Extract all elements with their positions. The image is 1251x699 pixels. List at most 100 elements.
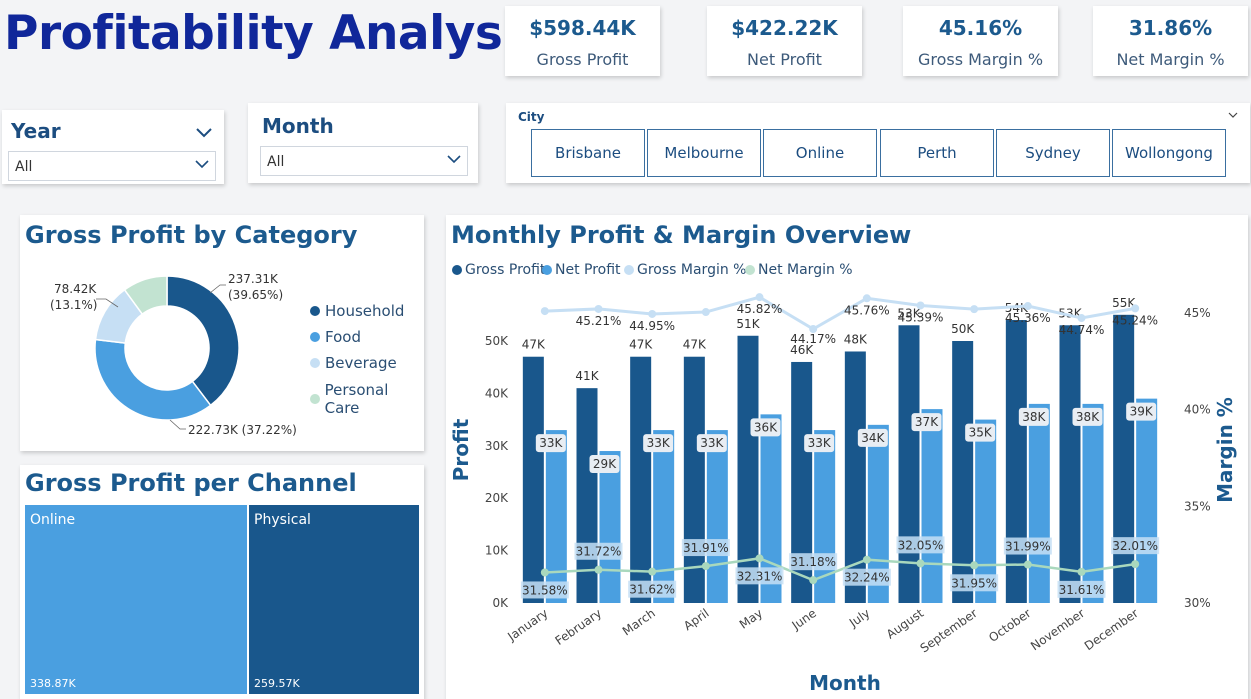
chevron-down-icon[interactable] — [1228, 112, 1238, 119]
kpi-card-gross-margin: 45.16% Gross Margin % — [903, 6, 1058, 76]
kpi-card-gross-profit: $598.44K Gross Profit — [505, 6, 660, 76]
net-margin-point — [809, 576, 818, 585]
x-axis-title: Month — [809, 671, 881, 695]
net-profit-data-label: 36K — [754, 420, 778, 434]
kpi-label: Gross Profit — [536, 50, 629, 69]
x-axis-tick-label: November — [1028, 606, 1087, 653]
chevron-down-icon[interactable] — [196, 128, 212, 138]
city-option-brisbane[interactable]: Brisbane — [531, 129, 645, 177]
page-title: Profitability Analysis — [4, 6, 546, 61]
gross-margin-data-label: 45.76% — [844, 303, 890, 317]
y2-axis-tick-label: 45% — [1184, 306, 1211, 320]
gross-margin-point — [1131, 304, 1140, 313]
x-axis-tick-label: August — [884, 606, 927, 642]
net-profit-data-label: 38K — [1076, 410, 1100, 424]
y-axis-title: Profit — [449, 418, 473, 481]
gross-profit-data-label: 47K — [683, 338, 707, 352]
net-profit-bar — [653, 430, 675, 603]
net-profit-data-label: 33K — [808, 436, 832, 450]
gross-margin-data-label: 44.74% — [1059, 323, 1105, 337]
gross-profit-data-label: 47K — [629, 338, 653, 352]
net-margin-point — [701, 562, 710, 571]
gross-profit-data-label: 41K — [575, 369, 599, 383]
chevron-down-icon — [195, 160, 209, 169]
legend-item-household[interactable]: Household — [310, 302, 404, 320]
city-slicer: City Brisbane Melbourne Online Perth Syd… — [506, 103, 1250, 183]
x-axis-tick-label: July — [846, 606, 873, 630]
y-axis-tick-label: 30K — [485, 439, 509, 453]
donut-data-label: 237.31K — [228, 272, 279, 286]
donut-slice-food — [94, 338, 212, 421]
net-profit-bar — [1136, 398, 1158, 603]
net-profit-bar — [1028, 403, 1050, 603]
net-margin-point — [1023, 560, 1032, 569]
combo-chart: 0K 10K 20K 30K 40K 50K 30% 35% 40% 45% Profit Margi… — [449, 293, 1237, 695]
legend-label: Food — [325, 328, 361, 346]
gross-profit-bar — [1059, 325, 1081, 603]
net-profit-data-label: 35K — [969, 426, 993, 440]
treemap-title: Gross Profit per Channel — [25, 469, 357, 497]
x-axis-tick-label: January — [504, 606, 550, 644]
net-margin-data-label: 31.91% — [683, 541, 729, 555]
city-option-melbourne[interactable]: Melbourne — [647, 129, 761, 177]
legend-item-beverage[interactable]: Beverage — [310, 354, 397, 372]
gross-margin-point — [970, 305, 979, 314]
net-profit-bar — [706, 430, 728, 603]
year-dropdown[interactable]: All — [8, 151, 216, 181]
net-margin-data-label: 31.58% — [522, 583, 568, 597]
net-profit-data-label: 38K — [1022, 410, 1046, 424]
treemap-tile-physical[interactable]: Physical 259.57K — [249, 505, 419, 694]
gross-margin-data-label: 45.21% — [576, 314, 622, 328]
net-profit-data-label: 33K — [700, 436, 724, 450]
tile-value: 259.57K — [254, 677, 300, 690]
x-axis-tick-label: September — [918, 606, 980, 656]
monthly-combo-card: Monthly Profit & Margin Overview Gross P… — [446, 215, 1248, 699]
legend-item-food[interactable]: Food — [310, 328, 361, 346]
city-option-perth[interactable]: Perth — [880, 129, 994, 177]
gross-profit-data-label: 47K — [522, 338, 546, 352]
gross-margin-point — [701, 308, 710, 317]
y2-axis-tick-label: 40% — [1184, 403, 1211, 417]
gross-profit-bar — [630, 356, 652, 603]
kpi-value: $422.22K — [731, 16, 838, 40]
net-margin-data-label: 31.99% — [1005, 540, 1051, 554]
net-margin-point — [1077, 567, 1086, 576]
gross-margin-data-label: 45.82% — [737, 302, 783, 316]
gross-margin-point — [648, 309, 657, 318]
kpi-label: Net Margin % — [1116, 50, 1225, 69]
net-profit-bar — [1082, 403, 1104, 603]
x-axis-tick-label: June — [789, 606, 819, 633]
x-axis-tick-label: December — [1082, 606, 1141, 653]
legend-item-personal-care[interactable]: Personal Care — [310, 381, 424, 417]
city-option-sydney[interactable]: Sydney — [996, 129, 1110, 177]
donut-data-label: (39.65%) — [228, 288, 283, 302]
city-option-wollongong[interactable]: Wollongong — [1112, 129, 1226, 177]
y2-axis-tick-label: 35% — [1184, 499, 1211, 513]
gross-margin-data-label: 44.95% — [629, 319, 675, 333]
year-slicer: Year All — [2, 110, 224, 184]
kpi-value: $598.44K — [529, 16, 636, 40]
x-axis-tick-label: October — [986, 606, 1033, 645]
x-axis-tick-label: February — [553, 606, 605, 648]
donut-data-label: 222.73K (37.22%) — [188, 423, 297, 437]
month-selected-value: All — [267, 154, 285, 170]
month-slicer: Month All — [248, 103, 478, 183]
net-margin-point — [540, 568, 549, 577]
gross-margin-point — [755, 293, 764, 302]
channel-treemap-card: Gross Profit per Channel Online 338.87K … — [20, 465, 424, 699]
gross-margin-data-label: 45.36% — [1005, 311, 1051, 325]
net-margin-data-label: 32.05% — [898, 538, 944, 552]
net-profit-data-label: 33K — [539, 436, 563, 450]
month-dropdown[interactable]: All — [260, 146, 468, 176]
y-axis-tick-label: 10K — [485, 544, 509, 558]
gross-margin-point — [540, 307, 549, 316]
donut-data-label: 78.42K — [54, 282, 97, 296]
treemap-tile-online[interactable]: Online 338.87K — [25, 505, 247, 694]
net-profit-data-label: 39K — [1130, 405, 1154, 419]
y-axis-tick-label: 20K — [485, 491, 509, 505]
city-option-online[interactable]: Online — [763, 129, 877, 177]
kpi-value: 45.16% — [938, 16, 1023, 40]
x-axis-tick-label: May — [737, 606, 765, 632]
net-margin-point — [916, 559, 925, 568]
gross-margin-point — [1077, 314, 1086, 323]
